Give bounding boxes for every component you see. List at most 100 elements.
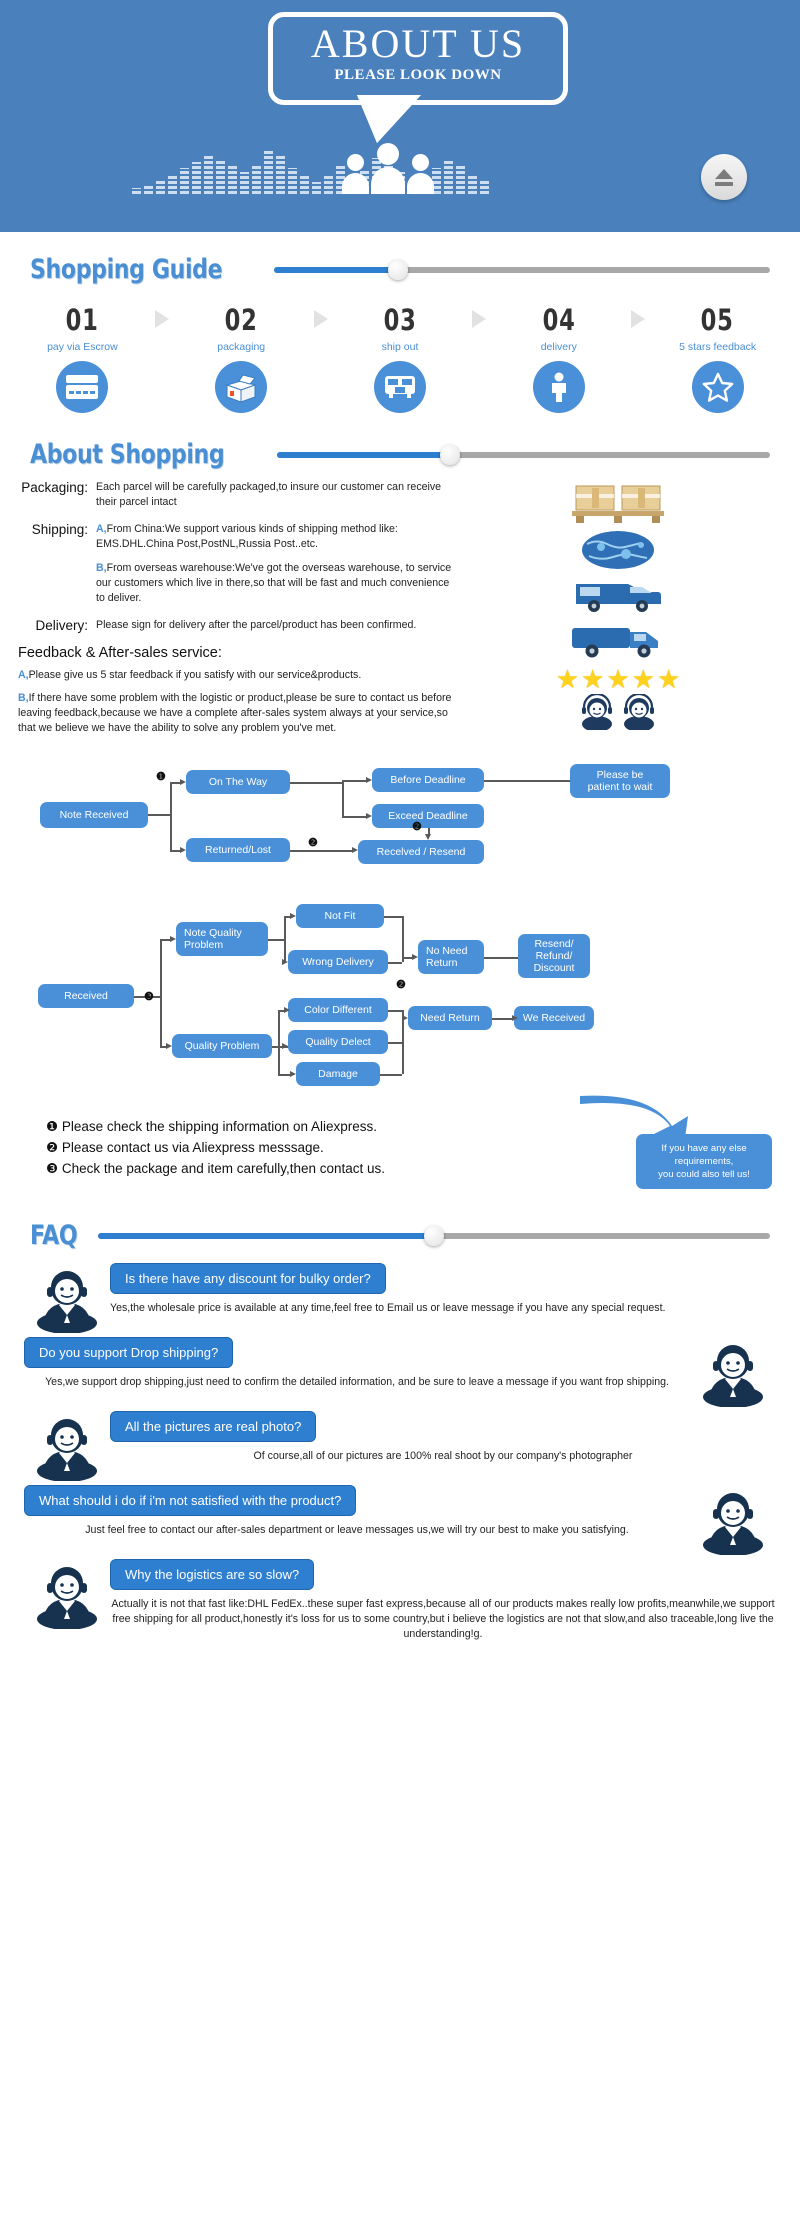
- equalizer-bar: [192, 162, 201, 194]
- slider-fill: [274, 266, 399, 273]
- feedback-title: Feedback & After-sales service:: [18, 645, 222, 661]
- faq-section: FAQ Is there have any discount for bulky…: [0, 1204, 800, 1670]
- flow2-node-we-received[interactable]: We Received: [514, 1006, 594, 1030]
- about-paragraph: Each parcel will be carefully packaged,t…: [96, 481, 442, 508]
- faq-row: All the pictures are real photo? Of cours…: [24, 1411, 776, 1481]
- about-shopping-text: Packaging: Each parcel will be carefully …: [18, 480, 458, 744]
- step-number: 04: [542, 303, 576, 337]
- equalizer-bar: [264, 150, 273, 194]
- about-row-label: Packaging:: [21, 480, 88, 495]
- shopping-guide-slider[interactable]: [274, 259, 770, 280]
- star-icon: ★: [656, 664, 681, 694]
- faq-question[interactable]: Is there have any discount for bulky ord…: [110, 1263, 386, 1294]
- connector: [170, 850, 180, 852]
- flow2-node-not-fit[interactable]: Not Fit: [296, 904, 384, 928]
- arrowhead: [412, 953, 418, 960]
- about-shopping-header: About Shopping: [0, 439, 800, 470]
- flow2-node-color-different[interactable]: Color Different: [288, 998, 388, 1022]
- faq-slider[interactable]: [97, 1225, 770, 1246]
- step-arrow-icon: [145, 303, 179, 353]
- equalizer-bar: [444, 160, 453, 194]
- faq-answer: Actually it is not that fast like:DHL Fe…: [111, 1598, 775, 1640]
- faq-header: FAQ: [0, 1220, 800, 1251]
- equalizer-bar: [156, 180, 165, 194]
- flow-node-on-the-way[interactable]: On The Way: [186, 770, 290, 794]
- flow2-node-note-quality-problem[interactable]: Note Quality Problem: [176, 922, 268, 956]
- flow2-node-quality-problem[interactable]: Quality Problem: [172, 1034, 272, 1058]
- flow2-node-wrong-delivery[interactable]: Wrong Delivery: [288, 950, 388, 974]
- connector: [160, 939, 162, 1046]
- connector: [342, 782, 344, 816]
- flow-node-note-received[interactable]: Note Received: [40, 802, 148, 828]
- step-04: 04 delivery: [496, 303, 621, 353]
- note-text: Please contact us via Aliexpress messsag…: [61, 1140, 324, 1155]
- step-icon-cell: [20, 361, 145, 413]
- faq-question[interactable]: What should i do if i'm not satisfied wi…: [24, 1485, 357, 1516]
- eject-icon[interactable]: [701, 154, 747, 200]
- slider-fill: [97, 1232, 434, 1239]
- slider-knob[interactable]: [423, 1225, 444, 1246]
- flow-node-returned-lost[interactable]: Returned/Lost: [186, 838, 290, 862]
- faq-row: Do you support Drop shipping? Yes,we supp…: [24, 1337, 776, 1407]
- blue-van-icon: [466, 576, 770, 614]
- flow-badge-2b: ❷: [412, 821, 422, 833]
- flow2-node-resend-refund-discount[interactable]: Resend/ Refund/ Discount: [518, 934, 590, 978]
- person-small-left: [342, 154, 369, 194]
- step-label: pay via Escrow: [47, 341, 118, 353]
- step-03: 03 ship out: [338, 303, 463, 353]
- faq-avatar: [690, 1485, 776, 1555]
- hero-title: ABOUT US: [310, 21, 526, 66]
- faq-question-wrap: Is there have any discount for bulky ord…: [110, 1263, 776, 1294]
- notes-section: ❶ Please check the shipping information …: [0, 1095, 800, 1204]
- equalizer-bar: [132, 188, 141, 194]
- faq-qa: Why the logistics are so slow? Actually i…: [110, 1559, 776, 1642]
- about-shopping-slider[interactable]: [276, 444, 770, 465]
- arrowhead: [290, 912, 296, 919]
- faq-answer: Yes,the wholesale price is available at …: [110, 1302, 666, 1314]
- about-row-body: A,From China:We support various kinds of…: [96, 522, 458, 606]
- step-icon-spacer: [462, 361, 496, 413]
- equalizer-bar: [456, 166, 465, 194]
- flow-node-received-resend[interactable]: Recelved / Resend: [358, 840, 484, 864]
- connector: [278, 1010, 280, 1074]
- connector: [170, 782, 180, 784]
- step-icon-cell: [496, 361, 621, 413]
- star-outline-icon: [691, 361, 744, 413]
- about-paragraph: B,From overseas warehouse:We've got the …: [96, 562, 452, 604]
- slider-knob[interactable]: [439, 444, 460, 465]
- flow2-node-received[interactable]: Received: [38, 984, 134, 1008]
- flow2-node-quality-delect[interactable]: Quality Delect: [288, 1030, 388, 1054]
- flow2-node-need-return[interactable]: Need Return: [408, 1006, 492, 1030]
- faq-avatar: [24, 1411, 110, 1481]
- five-star-rating: ★ ★ ★ ★ ★: [466, 666, 770, 692]
- flow-node-exceed-deadline[interactable]: Exceed Deadline: [372, 804, 484, 828]
- shopping-guide-header: Shopping Guide: [0, 254, 800, 285]
- flow-node-please-be-patient[interactable]: Please be patient to wait: [570, 764, 670, 798]
- about-shopping-illustrations: ★ ★ ★ ★ ★: [458, 480, 770, 744]
- arrowhead: [284, 1006, 290, 1013]
- slider-knob[interactable]: [388, 259, 409, 280]
- flow2-node-damage[interactable]: Damage: [296, 1062, 380, 1086]
- arrowhead: [170, 935, 176, 942]
- faq-question[interactable]: Why the logistics are so slow?: [110, 1559, 315, 1590]
- connector: [290, 850, 352, 852]
- faq-row: What should i do if i'm not satisfied wi…: [24, 1485, 776, 1555]
- faq-item: Why the logistics are so slow? Actually i…: [24, 1559, 776, 1642]
- equalizer-bar: [276, 156, 285, 194]
- note-text: Please check the shipping information on…: [61, 1119, 378, 1134]
- equalizer-bar: [228, 166, 237, 194]
- pallet-boxes-icon: [466, 482, 770, 524]
- faq-question-wrap: All the pictures are real photo?: [110, 1411, 776, 1442]
- flow2-node-no-need-return[interactable]: No Need Return: [418, 940, 484, 974]
- connector: [380, 1074, 402, 1076]
- arrowhead: [512, 1014, 518, 1021]
- star-icon: ★: [555, 664, 580, 694]
- faq-item: What should i do if i'm not satisfied wi…: [24, 1485, 776, 1555]
- faq-question[interactable]: All the pictures are real photo?: [110, 1411, 317, 1442]
- flow-node-before-deadline[interactable]: Before Deadline: [372, 768, 484, 792]
- open-box-icon: [215, 361, 268, 413]
- connector: [484, 780, 570, 782]
- faq-avatar: [24, 1559, 110, 1629]
- about-row: Delivery: Please sign for delivery after …: [18, 618, 458, 633]
- faq-question[interactable]: Do you support Drop shipping?: [24, 1337, 234, 1368]
